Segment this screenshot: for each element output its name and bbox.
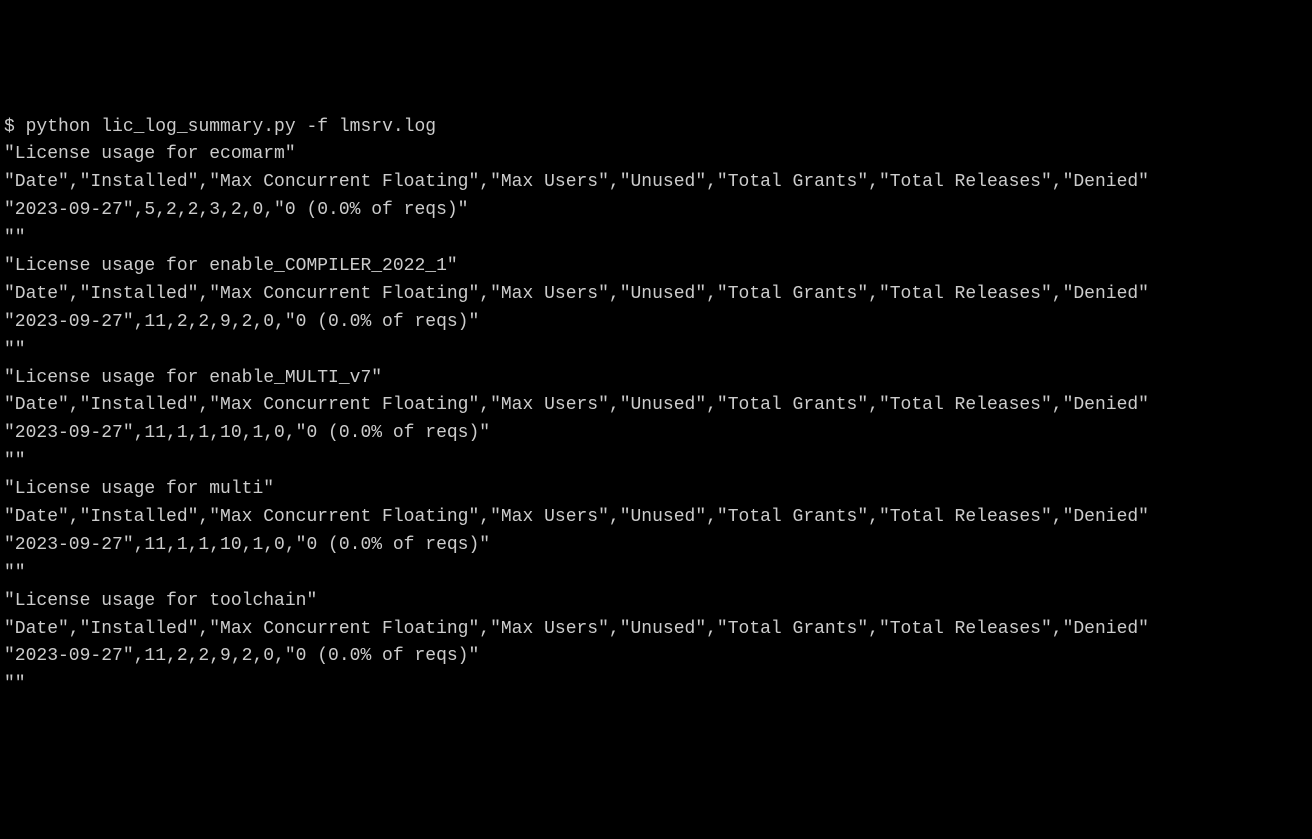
- output-line: "": [4, 671, 1308, 699]
- output-line: "License usage for toolchain": [4, 588, 1308, 616]
- output-line: "Date","Installed","Max Concurrent Float…: [4, 616, 1308, 644]
- output-line: "2023-09-27",5,2,2,3,2,0,"0 (0.0% of req…: [4, 197, 1308, 225]
- output-line: "": [4, 337, 1308, 365]
- output-line: "Date","Installed","Max Concurrent Float…: [4, 392, 1308, 420]
- output-line: "2023-09-27",11,1,1,10,1,0,"0 (0.0% of r…: [4, 420, 1308, 448]
- output-line: "Date","Installed","Max Concurrent Float…: [4, 504, 1308, 532]
- output-line: "2023-09-27",11,2,2,9,2,0,"0 (0.0% of re…: [4, 643, 1308, 671]
- output-line: "": [4, 448, 1308, 476]
- output-line: "2023-09-27",11,1,1,10,1,0,"0 (0.0% of r…: [4, 532, 1308, 560]
- output-line: "": [4, 225, 1308, 253]
- command-text: python lic_log_summary.py -f lmsrv.log: [26, 117, 436, 137]
- output-line: "License usage for multi": [4, 476, 1308, 504]
- output-line: "License usage for enable_MULTI_v7": [4, 365, 1308, 393]
- prompt: $: [4, 117, 26, 137]
- output-line: "License usage for enable_COMPILER_2022_…: [4, 253, 1308, 281]
- output-line: "Date","Installed","Max Concurrent Float…: [4, 281, 1308, 309]
- command-line: $ python lic_log_summary.py -f lmsrv.log: [4, 114, 1308, 142]
- output-line: "Date","Installed","Max Concurrent Float…: [4, 169, 1308, 197]
- output-line: "License usage for ecomarm": [4, 141, 1308, 169]
- output-line: "": [4, 560, 1308, 588]
- terminal-output[interactable]: $ python lic_log_summary.py -f lmsrv.log…: [4, 114, 1308, 700]
- output-line: "2023-09-27",11,2,2,9,2,0,"0 (0.0% of re…: [4, 309, 1308, 337]
